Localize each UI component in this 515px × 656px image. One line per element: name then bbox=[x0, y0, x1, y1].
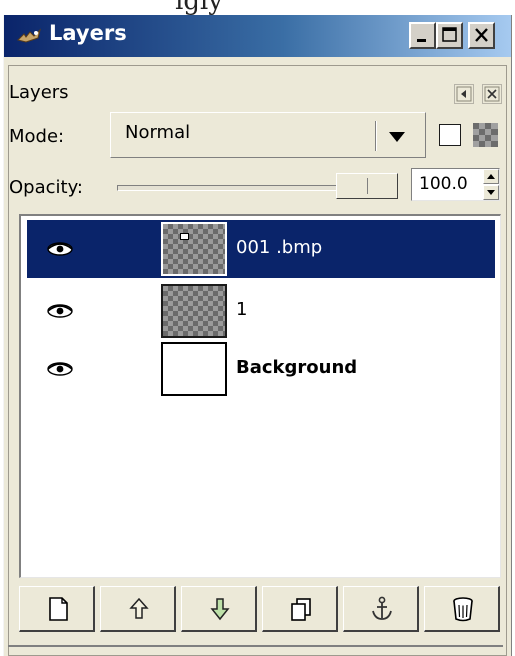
mode-value: Normal bbox=[125, 122, 191, 143]
duplicate-icon bbox=[291, 598, 311, 621]
opacity-slider-handle[interactable] bbox=[336, 173, 398, 199]
window-title: Layers bbox=[49, 21, 127, 45]
close-button[interactable] bbox=[468, 22, 495, 49]
dock-menu-arrow-icon bbox=[456, 86, 472, 102]
layer-name[interactable]: 1 bbox=[236, 299, 247, 320]
chevron-down-icon bbox=[389, 132, 405, 142]
transparency-checker-icon bbox=[473, 123, 498, 147]
arrow-up-icon bbox=[129, 597, 149, 619]
layer-name[interactable]: Background bbox=[236, 357, 357, 378]
opacity-decrement-button[interactable] bbox=[483, 185, 499, 200]
caption-strip-text: igly bbox=[175, 0, 223, 16]
raise-layer-button[interactable] bbox=[100, 586, 176, 632]
layer-row-background[interactable]: Background bbox=[27, 340, 495, 398]
eye-icon[interactable] bbox=[45, 240, 75, 258]
mode-label: Mode: bbox=[9, 126, 65, 147]
mode-select[interactable]: Normal bbox=[110, 112, 426, 158]
spin-down-arrow-icon bbox=[487, 190, 495, 195]
maximize-icon bbox=[442, 27, 457, 42]
arrow-down-icon bbox=[210, 598, 230, 621]
layer-row-001-bmp[interactable]: 001 .bmp bbox=[27, 220, 495, 278]
layer-list[interactable]: 001 .bmp 1 Background bbox=[19, 214, 501, 578]
opacity-value: 100.0 bbox=[419, 174, 468, 194]
layer-content-marker bbox=[180, 233, 189, 240]
title-bar[interactable]: Layers bbox=[4, 15, 511, 57]
anchor-layer-button[interactable] bbox=[343, 586, 419, 632]
eye-icon[interactable] bbox=[45, 360, 75, 378]
dock-menu-button[interactable] bbox=[454, 84, 474, 104]
minimize-icon bbox=[417, 39, 426, 42]
layer-thumbnail bbox=[161, 284, 227, 338]
dock-close-button[interactable] bbox=[482, 84, 502, 104]
opacity-spinbox[interactable]: 100.0 bbox=[411, 168, 500, 201]
layer-row-1[interactable]: 1 bbox=[27, 282, 495, 340]
opacity-increment-button[interactable] bbox=[483, 169, 499, 184]
eye-icon[interactable] bbox=[45, 302, 75, 320]
gimp-app-icon bbox=[17, 28, 41, 43]
new-layer-button[interactable] bbox=[19, 586, 95, 632]
dock-close-icon bbox=[484, 86, 500, 102]
layer-toolbar bbox=[19, 586, 501, 632]
spin-up-arrow-icon bbox=[487, 174, 495, 179]
trash-icon bbox=[453, 597, 473, 622]
lower-layer-button[interactable] bbox=[181, 586, 257, 632]
duplicate-layer-button[interactable] bbox=[262, 586, 338, 632]
close-icon bbox=[475, 28, 488, 42]
layer-name[interactable]: 001 .bmp bbox=[236, 237, 322, 258]
opacity-label: Opacity: bbox=[9, 177, 83, 198]
anchor-icon bbox=[372, 596, 392, 620]
layer-thumbnail bbox=[161, 222, 227, 276]
minimize-button[interactable] bbox=[409, 22, 436, 49]
dock-title: Layers bbox=[9, 82, 69, 103]
layer-thumbnail bbox=[161, 342, 227, 396]
preserve-transparency-checkbox[interactable] bbox=[439, 124, 461, 146]
window-bottom-edge bbox=[8, 645, 503, 647]
delete-layer-button[interactable] bbox=[424, 586, 500, 632]
combo-separator bbox=[375, 121, 377, 151]
new-document-icon bbox=[49, 597, 68, 621]
maximize-button[interactable] bbox=[436, 22, 463, 49]
